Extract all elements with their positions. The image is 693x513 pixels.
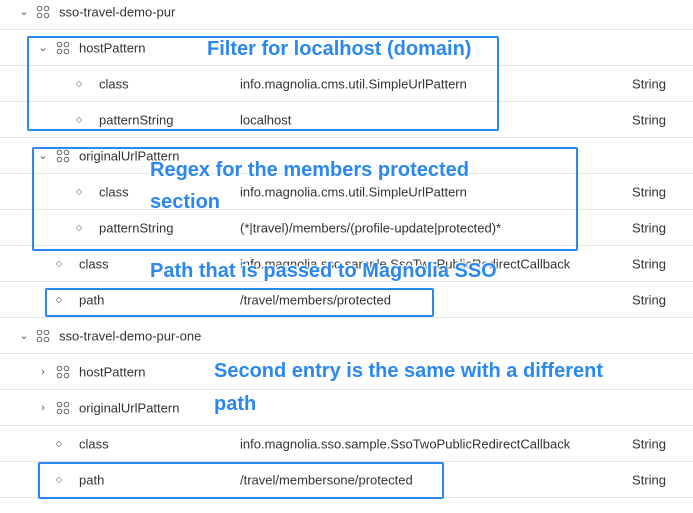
node-name: originalUrlPattern [79,400,180,415]
tree-row-root1[interactable]: ⌄ sso-travel-demo-pur [0,0,693,30]
property-value[interactable]: info.magnolia.sso.sample.SsoTwoPublicRed… [240,436,570,451]
property-name: class [79,436,109,451]
property-type: String [632,256,666,271]
chevron-right-icon[interactable]: › [37,366,49,378]
tree-row-root2[interactable]: ⌄ sso-travel-demo-pur-one [0,318,693,354]
node-icon [36,5,50,18]
node-icon [56,365,70,378]
node-icon [36,329,50,342]
annotation-regex-line2: section [150,191,221,213]
callout-box-path [45,288,434,317]
chevron-right-icon[interactable]: › [37,402,49,414]
node-icon [56,401,70,414]
chevron-down-icon[interactable]: ⌄ [18,330,30,342]
node-name: sso-travel-demo-pur-one [59,328,202,343]
callout-box-second-path [38,462,444,499]
annotation-host: Filter for localhost (domain) [207,38,472,60]
tree-row-originalurlpattern[interactable]: › originalUrlPattern [0,390,693,426]
property-type: String [632,220,666,235]
property-type: String [632,436,666,451]
property-type: String [632,292,666,307]
bullet-icon: ◇ [55,438,63,448]
annotation-regex-line1: Regex for the members protected [150,159,469,181]
tree-row-property[interactable]: ◇ class info.magnolia.sso.sample.SsoTwoP… [0,426,693,462]
node-name: hostPattern [79,364,146,379]
annotation-second-line1: Second entry is the same with a differen… [214,360,603,382]
property-type: String [632,184,666,199]
property-type: String [632,112,666,127]
property-name: class [79,256,109,271]
bullet-icon: ◇ [55,258,63,268]
annotation-path: Path that is passed to Magnolia SSO [150,260,497,282]
node-name: sso-travel-demo-pur [59,4,176,19]
property-type: String [632,76,666,91]
chevron-down-icon[interactable]: ⌄ [18,6,30,18]
annotation-second-line2: path [214,393,257,415]
property-type: String [632,472,666,487]
